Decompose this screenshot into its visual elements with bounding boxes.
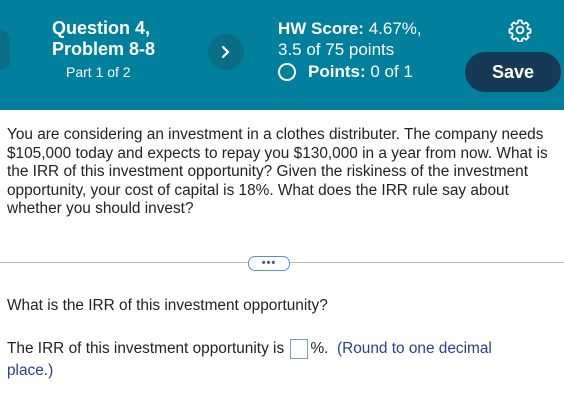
hw-score-label: HW Score: — [278, 19, 364, 38]
part-indicator: Part 1 of 2 — [66, 64, 131, 80]
settings-button[interactable] — [506, 16, 534, 44]
question-title: Question 4, Problem 8-8 — [52, 18, 182, 60]
chevron-right-icon — [221, 45, 230, 59]
answer-suffix: %. — [310, 340, 329, 357]
question-number: Question 4, — [52, 18, 151, 38]
points-earned: 3.5 of 75 points — [278, 40, 395, 59]
problem-number: Problem 8-8 — [52, 39, 156, 59]
question-text: You are considering an investment in a c… — [7, 126, 548, 218]
question-points: Points: 0 of 1 — [278, 62, 413, 82]
points-value: 0 of 1 — [370, 62, 413, 81]
hw-score: HW Score: 4.67%, 3.5 of 75 points — [278, 18, 422, 60]
header-bar: Question 4, Problem 8-8 Part 1 of 2 HW S… — [0, 0, 564, 110]
previous-question-tab[interactable] — [0, 30, 10, 70]
save-button[interactable]: Save — [465, 52, 561, 92]
expand-more-button[interactable]: ••• — [248, 256, 290, 271]
points-label: Points: — [308, 62, 366, 81]
hw-score-value: 4.67%, — [368, 19, 422, 38]
irr-answer-input[interactable] — [290, 338, 309, 359]
part-prompt: What is the IRR of this investment oppor… — [7, 297, 328, 314]
answer-prefix: The IRR of this investment opportunity i… — [7, 340, 285, 357]
answer-line: The IRR of this investment opportunity i… — [7, 338, 527, 382]
circle-outline-icon — [278, 63, 296, 81]
gear-icon — [508, 19, 532, 42]
next-question-button[interactable] — [208, 34, 244, 70]
